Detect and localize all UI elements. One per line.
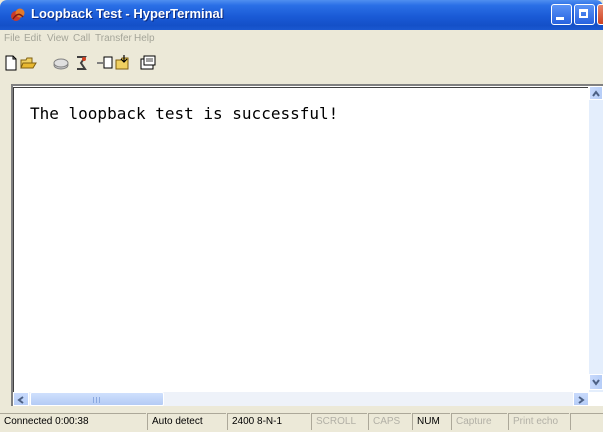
status-caps: CAPS [368,413,411,430]
status-num: NUM [412,413,450,430]
arrow-down-icon [592,379,600,386]
properties-icon[interactable] [139,54,157,72]
connect-icon[interactable] [52,54,70,72]
status-connected: Connected 0:00:38 [0,413,146,430]
send-icon[interactable] [96,54,114,72]
status-port-settings: 2400 8-N-1 [227,413,310,430]
menu-transfer[interactable]: Transfer [95,33,132,44]
maximize-button[interactable] [574,4,595,25]
grip-line [93,397,94,403]
window-title: Loopback Test - HyperTerminal [31,6,224,21]
title-bar[interactable]: Loopback Test - HyperTerminal [0,0,603,30]
arrow-right-icon [578,396,585,404]
status-resize-grip[interactable] [570,413,603,430]
arrow-left-icon [17,396,24,404]
status-print-echo: Print echo [508,413,569,430]
hyperterminal-icon [11,8,25,21]
status-capture: Capture [451,413,507,430]
open-icon[interactable] [20,54,38,72]
terminal-output: The loopback test is successful! [30,104,339,123]
hyperterminal-window: Loopback Test - HyperTerminal File Edit … [0,0,603,432]
menu-bar: File Edit View Call Transfer Help [0,30,603,50]
minimize-icon [556,17,564,20]
status-bar: Connected 0:00:38 Auto detect 2400 8-N-1… [0,410,603,432]
menu-call[interactable]: Call [73,33,90,44]
arrow-up-icon [592,90,600,97]
scroll-right-button[interactable] [573,392,589,406]
receive-icon[interactable] [114,54,132,72]
grip-line [99,397,100,403]
disconnect-icon[interactable] [72,54,90,72]
status-detect: Auto detect [147,413,226,430]
scroll-left-button[interactable] [13,392,29,406]
horizontal-scroll-thumb[interactable] [30,392,164,406]
terminal-screen[interactable] [13,87,588,392]
new-icon[interactable] [2,54,20,72]
close-button[interactable] [597,4,603,25]
toolbar [0,52,603,74]
scroll-up-button[interactable] [589,86,603,100]
scroll-down-button[interactable] [589,374,603,390]
grip-line [96,397,97,403]
menu-edit[interactable]: Edit [24,33,41,44]
vertical-scrollbar[interactable] [589,86,603,392]
minimize-button[interactable] [551,4,572,25]
menu-view[interactable]: View [47,33,69,44]
maximize-icon [579,9,588,18]
horizontal-scrollbar[interactable] [13,392,589,406]
status-scroll: SCROLL [311,413,367,430]
menu-file[interactable]: File [4,33,20,44]
menu-help[interactable]: Help [134,33,155,44]
